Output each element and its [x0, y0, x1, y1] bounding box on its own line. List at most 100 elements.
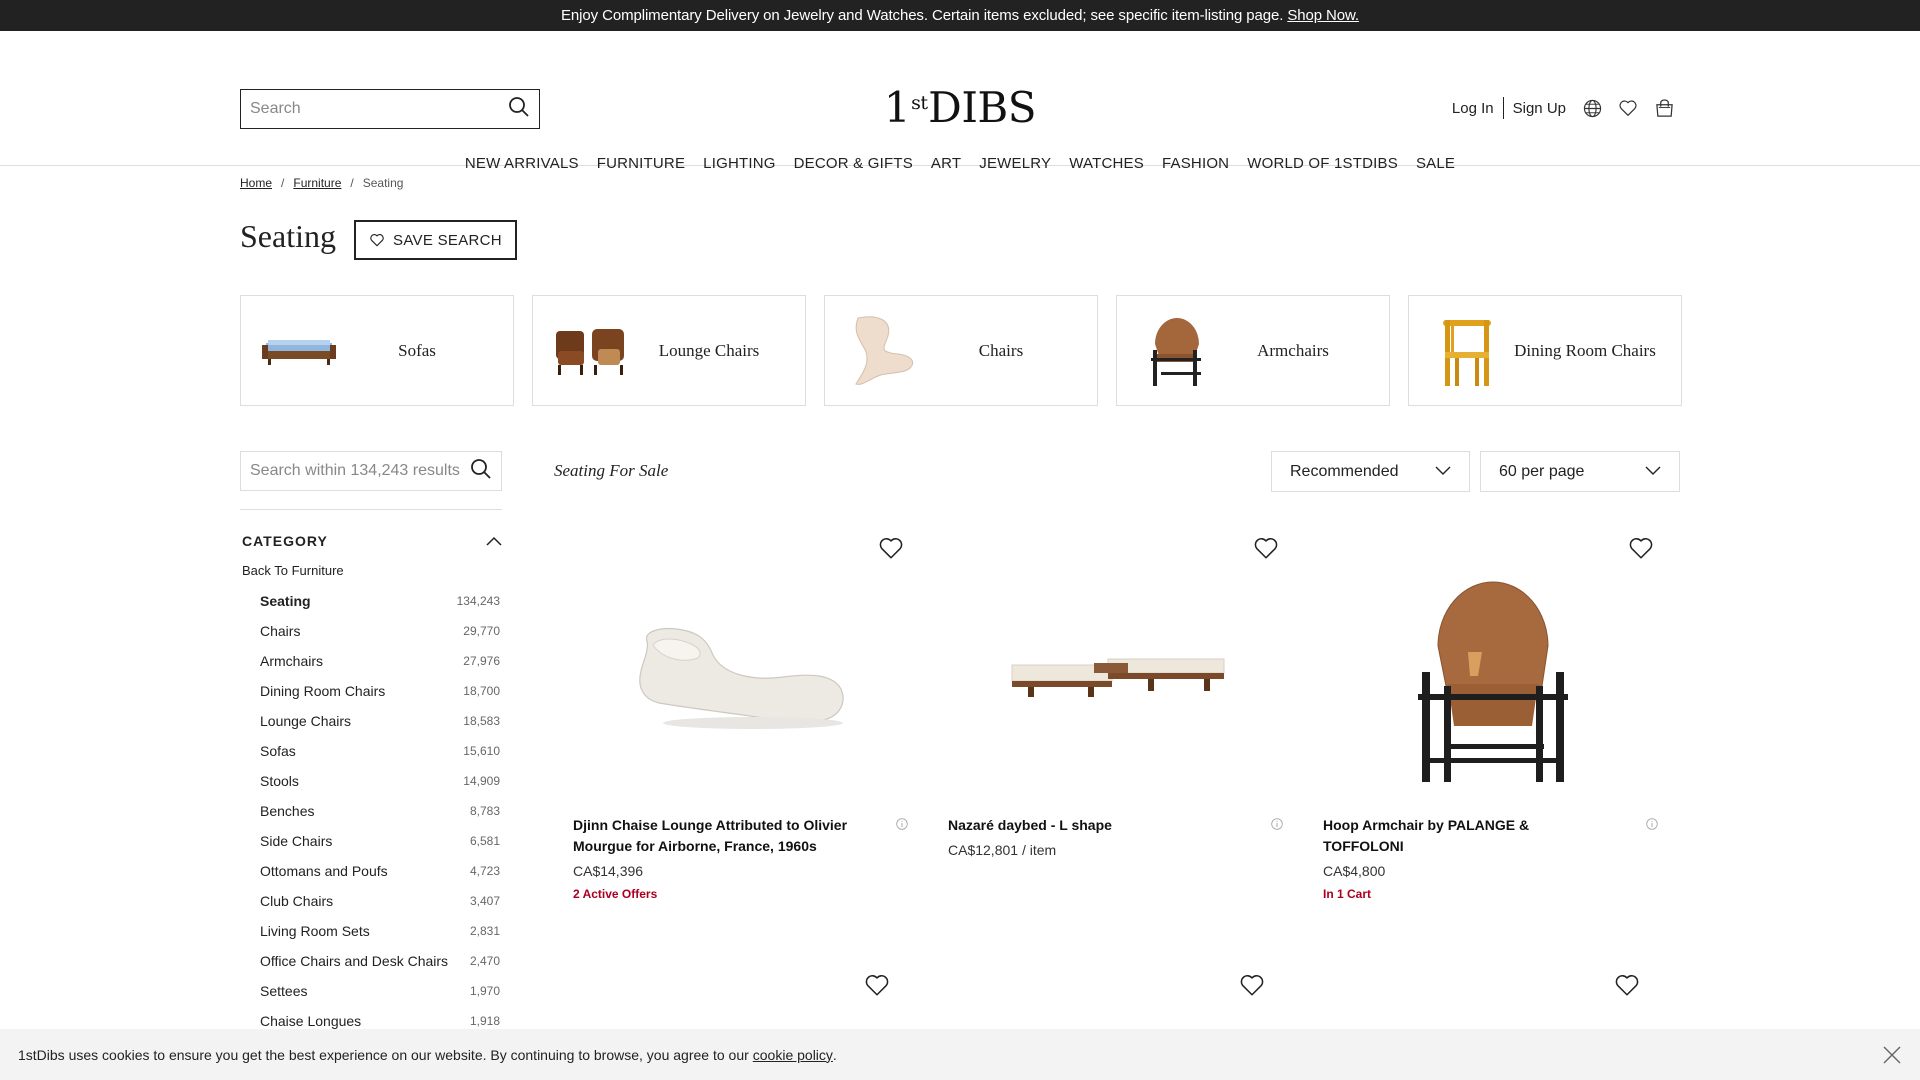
product-badge: 2 Active Offers	[573, 887, 658, 901]
tile-label: Chairs	[978, 340, 1024, 360]
main-nav: NEW ARRIVALS FURNITURE LIGHTING DECOR & …	[0, 155, 1920, 172]
category-item-seating[interactable]: Seating 134,243	[260, 586, 500, 616]
close-icon[interactable]	[1882, 1045, 1902, 1065]
tile-label: Lounge Chairs	[658, 340, 760, 360]
cookie-policy-link[interactable]: cookie policy	[753, 1047, 833, 1063]
category-item-benches[interactable]: Benches 8,783	[260, 796, 500, 826]
refine-search-input[interactable]	[250, 462, 470, 480]
divider	[240, 509, 502, 510]
product-image[interactable]	[555, 576, 930, 786]
category-tiles: Sofas Lounge Chairs Chairs Armchairs Din…	[240, 295, 1682, 406]
category-item-side-chairs[interactable]: Side Chairs 6,581	[260, 826, 500, 856]
product-title[interactable]: Djinn Chaise Lounge Attributed to Olivie…	[573, 815, 863, 857]
product-badge: In 1 Cart	[1323, 887, 1372, 901]
category-item-ottomans-poufs[interactable]: Ottomans and Poufs 4,723	[260, 856, 500, 886]
category-item-club-chairs[interactable]: Club Chairs 3,407	[260, 886, 500, 916]
globe-icon[interactable]	[1582, 98, 1602, 118]
armchairs-image	[1135, 311, 1215, 391]
tile-dining-room-chairs[interactable]: Dining Room Chairs	[1408, 295, 1682, 406]
cookie-text: 1stDibs uses cookies to ensure you get t…	[18, 1046, 749, 1063]
favorite-heart-icon[interactable]	[1253, 536, 1279, 560]
sort-value: Recommended	[1290, 462, 1399, 480]
tile-label: Dining Room Chairs	[1514, 340, 1656, 360]
info-icon[interactable]	[1646, 817, 1658, 835]
signup-link[interactable]: Sign Up	[1513, 100, 1566, 117]
nav-fashion[interactable]: FASHION	[1162, 155, 1229, 172]
nav-new-arrivals[interactable]: NEW ARRIVALS	[465, 155, 579, 172]
favorite-heart-icon[interactable]	[1628, 536, 1654, 560]
category-item-settees[interactable]: Settees 1,970	[260, 976, 500, 1006]
nav-watches[interactable]: WATCHES	[1069, 155, 1144, 172]
category-item-stools[interactable]: Stools 14,909	[260, 766, 500, 796]
nav-lighting[interactable]: LIGHTING	[703, 155, 775, 172]
save-search-button[interactable]: SAVE SEARCH	[354, 220, 517, 260]
category-heading: CATEGORY	[242, 533, 328, 549]
promo-banner: Enjoy Complimentary Delivery on Jewelry …	[0, 0, 1920, 31]
category-item-sofas[interactable]: Sofas 15,610	[260, 736, 500, 766]
chairs-image	[843, 311, 923, 391]
category-item-lounge-chairs[interactable]: Lounge Chairs 18,583	[260, 706, 500, 736]
favorite-heart-icon[interactable]	[878, 536, 904, 560]
product-title[interactable]: Hoop Armchair by PALANGE & TOFFOLONI	[1323, 815, 1613, 857]
per-page-dropdown[interactable]: 60 per page	[1480, 451, 1680, 492]
breadcrumb-home[interactable]: Home	[240, 176, 272, 190]
info-icon[interactable]	[896, 817, 908, 835]
favorite-heart-icon[interactable]	[1239, 973, 1265, 997]
tile-label: Sofas	[398, 340, 436, 360]
results-title: Seating For Sale	[554, 461, 669, 480]
cart-bag-icon[interactable]	[1654, 98, 1674, 118]
category-list: Seating 134,243 Chairs 29,770 Armchairs 27,…	[260, 586, 500, 1036]
site-header: 1stDIBS Log In Sign Up NEW ARRIVALS FURN…	[0, 31, 1920, 172]
breadcrumb: Home / Furniture / Seating	[240, 176, 404, 190]
product-image[interactable]	[930, 576, 1305, 786]
tile-armchairs[interactable]: Armchairs	[1116, 295, 1390, 406]
info-icon[interactable]	[1271, 817, 1283, 835]
category-filter-header[interactable]: CATEGORY	[242, 533, 502, 549]
tile-sofas[interactable]: Sofas	[240, 295, 514, 406]
chevron-down-icon	[1645, 463, 1661, 481]
search-icon[interactable]	[470, 458, 492, 485]
sofa-image	[259, 311, 339, 391]
tile-lounge-chairs[interactable]: Lounge Chairs	[532, 295, 806, 406]
nav-furniture[interactable]: FURNITURE	[597, 155, 685, 172]
favorites-heart-icon[interactable]	[1618, 98, 1638, 118]
breadcrumb-current: Seating	[362, 176, 404, 190]
breadcrumb-furniture[interactable]: Furniture	[293, 176, 341, 190]
category-item-chairs[interactable]: Chairs 29,770	[260, 616, 500, 646]
category-item-living-room-sets[interactable]: Living Room Sets 2,831	[260, 916, 500, 946]
page-title: Seating	[240, 218, 336, 254]
category-item-dining-room-chairs[interactable]: Dining Room Chairs 18,700	[260, 676, 500, 706]
sort-dropdown[interactable]: Recommended	[1271, 451, 1470, 492]
cookie-banner: 1stDibs uses cookies to ensure you get t…	[0, 1029, 1920, 1080]
heart-icon	[369, 233, 385, 247]
dining-chairs-image	[1427, 311, 1507, 391]
category-item-office-chairs[interactable]: Office Chairs and Desk Chairs 2,470	[260, 946, 500, 976]
product-title[interactable]: Nazaré daybed - L shape	[948, 815, 1238, 836]
product-price: CA$4,800	[1323, 863, 1386, 879]
tile-label: Armchairs	[1257, 340, 1329, 360]
per-page-value: 60 per page	[1499, 462, 1585, 480]
favorite-heart-icon[interactable]	[864, 973, 890, 997]
login-link[interactable]: Log In	[1452, 100, 1494, 117]
back-to-furniture-link[interactable]: Back To Furniture	[242, 563, 344, 578]
favorite-heart-icon[interactable]	[1614, 973, 1640, 997]
chevron-down-icon	[1435, 463, 1451, 481]
chevron-up-icon[interactable]	[486, 533, 502, 549]
nav-decor-gifts[interactable]: DECOR & GIFTS	[794, 155, 913, 172]
category-item-armchairs[interactable]: Armchairs 27,976	[260, 646, 500, 676]
nav-world-of-1stdibs[interactable]: WORLD OF 1STDIBS	[1247, 155, 1398, 172]
save-search-label: SAVE SEARCH	[393, 231, 502, 249]
tile-chairs[interactable]: Chairs	[824, 295, 1098, 406]
refine-search	[240, 451, 502, 491]
product-price: CA$14,396	[573, 863, 644, 879]
product-price: CA$12,801 / item	[948, 842, 1057, 858]
nav-art[interactable]: ART	[931, 155, 961, 172]
nav-sale[interactable]: SALE	[1416, 155, 1455, 172]
divider	[1502, 97, 1504, 119]
promo-text: Enjoy Complimentary Delivery on Jewelry …	[561, 7, 1284, 24]
shop-now-link[interactable]: Shop Now.	[1287, 7, 1359, 24]
account-links: Log In Sign Up	[1452, 97, 1674, 119]
product-image[interactable]	[1305, 576, 1680, 786]
lounge-chairs-image	[551, 311, 631, 391]
nav-jewelry[interactable]: JEWELRY	[979, 155, 1051, 172]
